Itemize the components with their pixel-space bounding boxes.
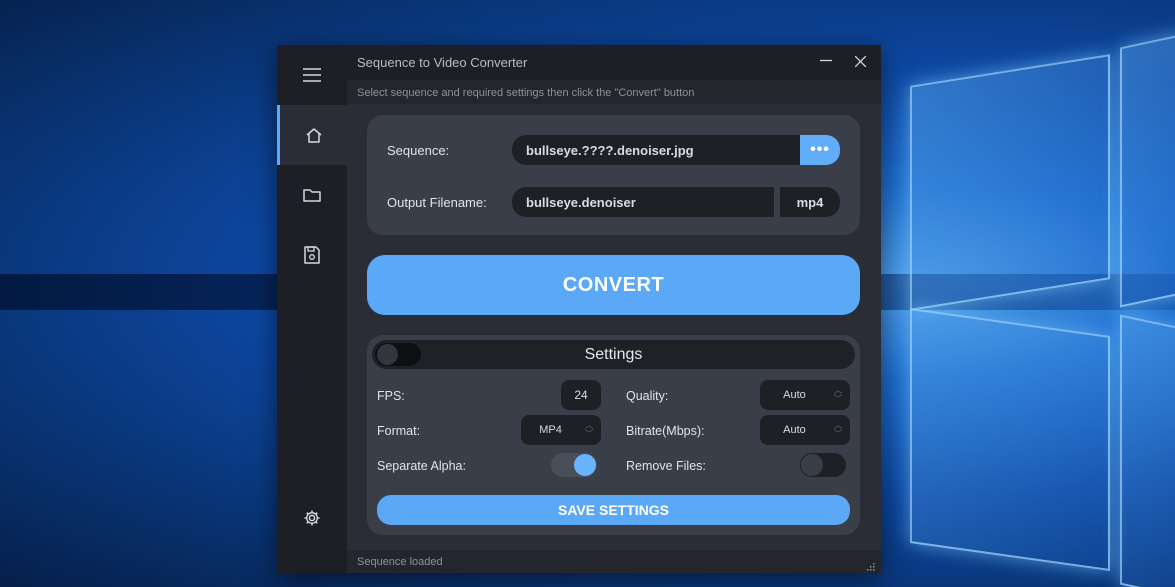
format-label: Format: <box>377 424 421 438</box>
sidebar-item-open[interactable] <box>277 165 347 225</box>
wallpaper-pane <box>1120 314 1175 587</box>
fps-input[interactable]: 24 <box>561 380 601 410</box>
minimize-icon <box>820 54 832 72</box>
updown-icon: ︿ ﹀ <box>833 385 843 404</box>
input-card: Sequence: bullseye.????.denoiser.jpg •••… <box>367 115 860 235</box>
minimize-button[interactable] <box>813 51 839 75</box>
bitrate-select[interactable]: Auto ︿ ﹀ <box>760 415 850 445</box>
close-icon <box>854 54 866 72</box>
quality-label: Quality: <box>626 389 669 403</box>
toggle-knob <box>801 454 823 476</box>
wallpaper-pane <box>1120 32 1175 308</box>
bitrate-label: Bitrate(Mbps): <box>626 424 705 438</box>
fps-label: FPS: <box>377 389 405 403</box>
status-bar: Sequence loaded <box>347 550 881 573</box>
updown-icon: ︿ ﹀ <box>584 420 594 439</box>
toggle-knob <box>574 454 596 476</box>
output-filename-label: Output Filename: <box>387 195 487 210</box>
sidebar <box>277 45 347 573</box>
title-bar: Sequence to Video Converter <box>347 45 881 80</box>
output-extension: mp4 <box>780 187 840 217</box>
separate-alpha-label: Separate Alpha: <box>377 459 466 473</box>
format-value: MP4 <box>539 424 562 436</box>
save-settings-button[interactable]: SAVE SETTINGS <box>377 495 850 525</box>
gear-icon <box>303 509 321 527</box>
sequence-label: Sequence: <box>387 143 450 158</box>
menu-button[interactable] <box>277 45 347 105</box>
browse-button[interactable]: ••• <box>800 135 840 165</box>
remove-files-label: Remove Files: <box>626 459 706 473</box>
remove-files-toggle[interactable] <box>800 453 846 477</box>
format-select[interactable]: MP4 ︿ ﹀ <box>521 415 601 445</box>
close-button[interactable] <box>847 51 873 75</box>
sequence-field[interactable]: bullseye.????.denoiser.jpg <box>512 135 802 165</box>
instructions-text: Select sequence and required settings th… <box>357 87 695 99</box>
bitrate-value: Auto <box>783 424 806 436</box>
quality-value: Auto <box>783 389 806 401</box>
settings-title: Settings <box>584 346 643 363</box>
save-icon <box>304 246 320 264</box>
sidebar-item-home[interactable] <box>277 105 347 165</box>
app-title: Sequence to Video Converter <box>357 55 528 70</box>
instructions-bar: Select sequence and required settings th… <box>347 80 881 104</box>
hamburger-icon <box>303 68 321 82</box>
status-text: Sequence loaded <box>357 556 443 568</box>
more-icon: ••• <box>810 141 830 158</box>
resize-grip-icon[interactable] <box>865 558 875 571</box>
updown-icon: ︿ ﹀ <box>833 420 843 439</box>
app-window: Sequence to Video Converter Select seque… <box>277 45 881 573</box>
sidebar-item-save[interactable] <box>277 225 347 285</box>
settings-header: Settings <box>372 340 855 369</box>
separate-alpha-toggle[interactable] <box>551 453 597 477</box>
wallpaper-pane <box>910 307 1110 572</box>
wallpaper-pane <box>910 54 1110 311</box>
output-filename-field[interactable]: bullseye.denoiser <box>512 187 774 217</box>
sidebar-item-settings[interactable] <box>277 488 347 548</box>
home-icon <box>305 127 323 144</box>
quality-select[interactable]: Auto ︿ ﹀ <box>760 380 850 410</box>
convert-button[interactable]: CONVERT <box>367 255 860 315</box>
folder-icon <box>303 187 321 203</box>
